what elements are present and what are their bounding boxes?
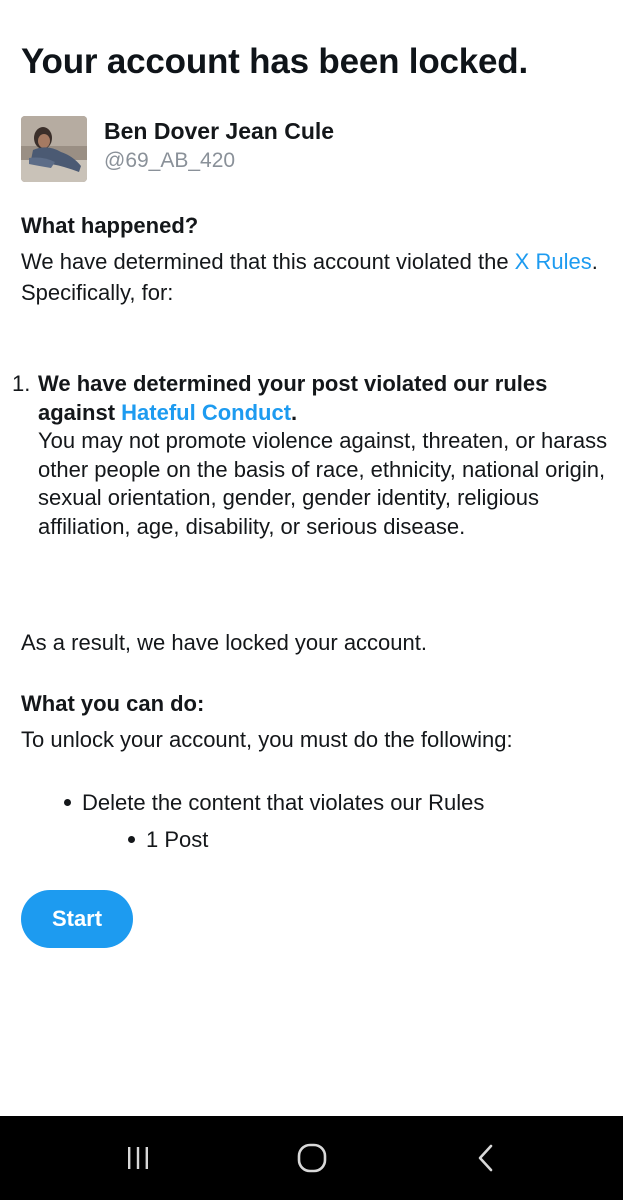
violation-body: We have determined your post violated ou… (38, 370, 608, 541)
account-handle: @69_AB_420 (104, 149, 236, 172)
step-label: Delete the content that violates our Rul… (82, 790, 485, 815)
result-text: As a result, we have locked your account… (21, 630, 427, 655)
home-icon (297, 1143, 327, 1173)
system-navigation-bar (0, 1116, 623, 1200)
page-title: Your account has been locked. (21, 42, 529, 81)
step-sub-item: 1 Post (146, 827, 209, 852)
avatar-photo (21, 116, 87, 182)
what-you-can-do-heading: What you can do: (21, 691, 205, 716)
violation-number: 1. (12, 371, 31, 396)
bullet-icon (128, 835, 135, 843)
x-rules-link[interactable]: X Rules (515, 249, 592, 274)
back-button[interactable] (447, 1116, 527, 1200)
hateful-conduct-link[interactable]: Hateful Conduct (121, 400, 291, 425)
what-happened-heading: What happened? (21, 213, 199, 238)
violation-title-period: . (291, 399, 298, 425)
what-happened-intro: We have determined that this account vio… (21, 249, 515, 274)
back-icon (478, 1144, 493, 1172)
recent-apps-button[interactable] (98, 1116, 178, 1200)
violation-description: You may not promote violence against, th… (38, 428, 608, 539)
what-you-can-do-text: To unlock your account, you must do the … (21, 727, 513, 752)
list-item: 1 Post (128, 827, 208, 853)
what-happened-text: We have determined that this account vio… (21, 246, 601, 308)
recent-apps-icon (128, 1147, 148, 1169)
lock-notice-page: Your account has been locked. Ben Dover … (0, 0, 623, 1200)
avatar (21, 116, 87, 182)
start-button[interactable]: Start (21, 890, 133, 948)
account-card: Ben Dover Jean Cule @69_AB_420 (21, 116, 581, 182)
bullet-icon (64, 798, 71, 806)
violation-title: We have determined your post violated ou… (38, 370, 608, 427)
list-item: Delete the content that violates our Rul… (64, 790, 484, 816)
home-button[interactable] (272, 1116, 352, 1200)
account-name: Ben Dover Jean Cule (104, 118, 335, 144)
